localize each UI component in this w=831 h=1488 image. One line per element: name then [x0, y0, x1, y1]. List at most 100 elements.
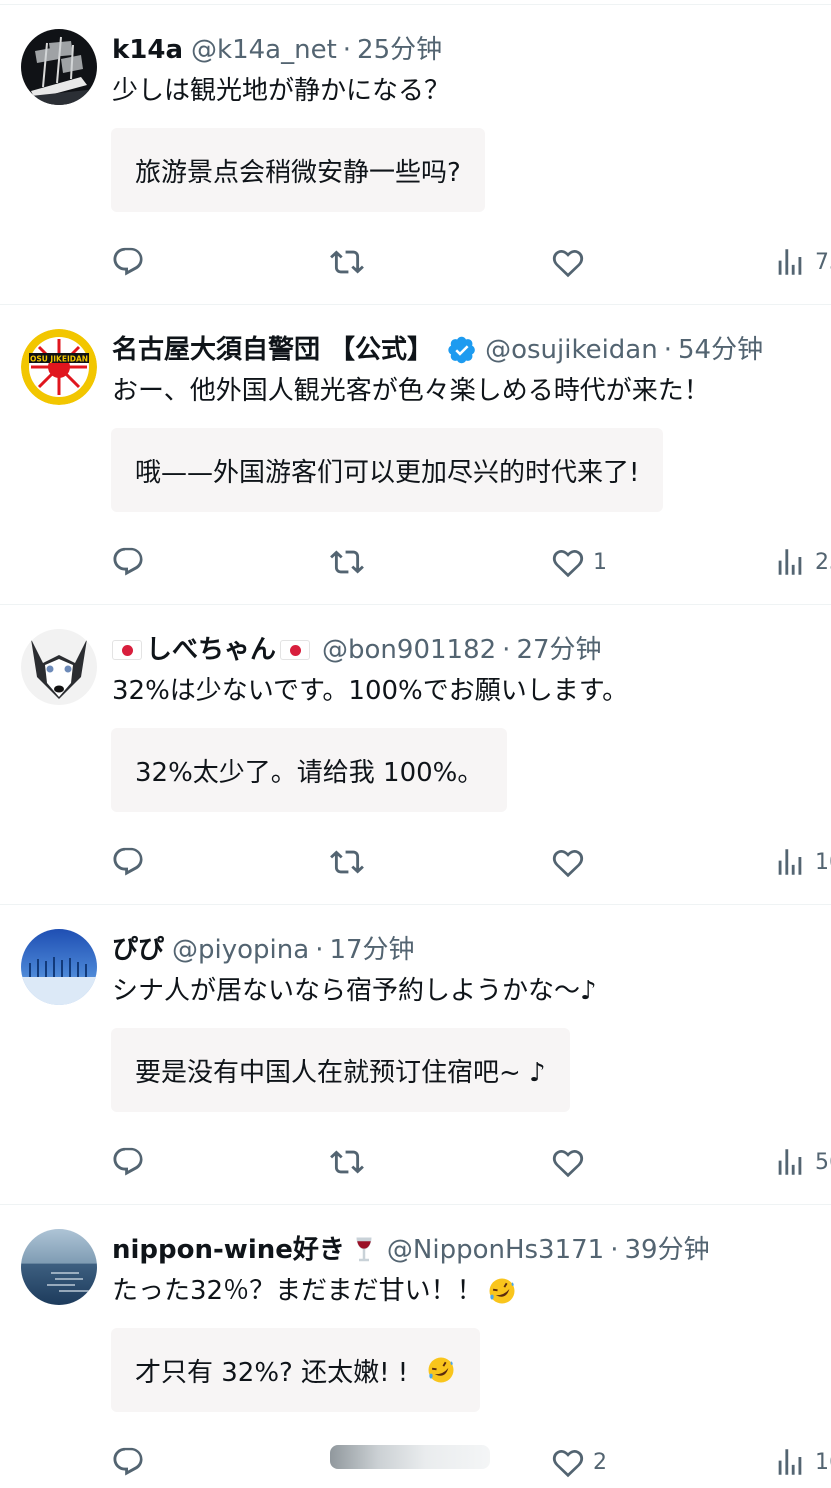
- tweet-header: ぴぴ @piyopina · 17分钟: [112, 930, 415, 970]
- retweet-icon: [330, 250, 364, 274]
- like-button[interactable]: [551, 1145, 593, 1179]
- avatar[interactable]: OSU JIKEIDAN: [21, 329, 97, 405]
- like-button[interactable]: 2: [551, 1445, 607, 1479]
- user-handle[interactable]: @osujikeidan: [485, 330, 658, 370]
- timestamp[interactable]: 27分钟: [516, 630, 601, 670]
- tweet-header: k14a @k14a_net · 25分钟: [112, 30, 442, 70]
- views-button[interactable]: 10: [773, 845, 831, 879]
- user-handle[interactable]: @piyopina: [172, 930, 309, 970]
- display-name[interactable]: 名古屋大須自警団 【公式】: [112, 330, 433, 370]
- views-button[interactable]: 16: [773, 1445, 831, 1479]
- retweet-button[interactable]: [330, 245, 372, 279]
- views-chart-icon: [778, 1149, 802, 1175]
- japan-flag-icon: [280, 640, 311, 660]
- blurred-retweet-area: [330, 1445, 490, 1469]
- reply-icon: [113, 247, 143, 276]
- translation-box: 要是没有中国人在就预订住宿吧~ ♪: [111, 1028, 570, 1112]
- reply-button[interactable]: [111, 1145, 153, 1179]
- separator: ·: [502, 635, 511, 665]
- tweet-text-content: たった32％？まだまだ甘い！！: [112, 1276, 483, 1306]
- timestamp[interactable]: 54分钟: [678, 330, 763, 370]
- tweet-text: 32%は少ないです。100%でお願いします。: [112, 676, 629, 706]
- tweet-header: 名古屋大須自警団 【公式】 @osujikeidan · 54分钟: [112, 330, 763, 370]
- avatar[interactable]: [21, 629, 97, 705]
- like-button[interactable]: [551, 845, 593, 879]
- tweet[interactable]: ぴぴ @piyopina · 17分钟 シナ人が居ないなら宿予約しようかな〜♪ …: [0, 905, 831, 1205]
- reply-button[interactable]: [111, 245, 153, 279]
- view-count: 56: [815, 1149, 831, 1175]
- translation-box: 哦——外国游客们可以更加尽兴的时代来了!: [111, 428, 664, 512]
- timestamp[interactable]: 39分钟: [625, 1230, 710, 1270]
- tweet-header: しべちゃん @bon901182 · 27分钟: [112, 630, 602, 670]
- translation-text: 旅游景点会稍微安静一些吗?: [135, 157, 461, 188]
- reply-icon: [113, 1447, 143, 1476]
- separator: ·: [610, 1235, 619, 1265]
- tweet[interactable]: nippon-wine好き @NipponHs3171 · 39分钟 たった32…: [0, 1205, 831, 1488]
- views-button[interactable]: 56: [773, 1145, 831, 1179]
- view-count: 23: [815, 549, 831, 575]
- translation-text: 哦——外国游客们可以更加尽兴的时代来了!: [135, 457, 640, 488]
- display-name[interactable]: しべちゃん: [146, 630, 276, 670]
- action-bar: 2 16: [0, 1445, 831, 1488]
- reply-button[interactable]: [111, 845, 153, 879]
- tweet[interactable]: OSU JIKEIDAN 名古屋大須自警団 【公式】 @osujikeidan …: [0, 305, 831, 605]
- rofl-emoji-icon: [489, 1278, 515, 1304]
- timestamp[interactable]: 17分钟: [329, 930, 414, 970]
- like-button[interactable]: [551, 245, 593, 279]
- heart-icon: [552, 549, 584, 578]
- tweet-text: シナ人が居ないなら宿予約しようかな〜♪: [112, 976, 597, 1006]
- reply-icon: [113, 847, 143, 876]
- avatar[interactable]: [21, 29, 97, 105]
- translation-box: 才只有 32%? 还太嫩! !: [111, 1328, 481, 1412]
- heart-icon: [552, 1149, 584, 1178]
- tweet-text: おー、他外国人観光客が色々楽しめる時代が来た！: [112, 376, 710, 406]
- heart-icon: [552, 249, 584, 278]
- translation-text: 要是没有中国人在就预订住宿吧~ ♪: [135, 1057, 546, 1088]
- timestamp[interactable]: 25分钟: [357, 30, 442, 70]
- display-name[interactable]: k14a: [112, 30, 183, 70]
- separator: ·: [342, 35, 352, 65]
- reply-button[interactable]: [111, 545, 153, 579]
- retweet-icon: [330, 550, 364, 574]
- display-name[interactable]: ぴぴ: [112, 930, 164, 970]
- avatar[interactable]: [21, 929, 97, 1005]
- retweet-button[interactable]: [330, 845, 372, 879]
- avatar[interactable]: [21, 1229, 97, 1305]
- retweet-button[interactable]: [330, 1445, 490, 1469]
- tweet[interactable]: k14a @k14a_net · 25分钟 少しは観光地が静かになる？ 旅游景点…: [0, 5, 831, 305]
- tweet-text: たった32％？まだまだ甘い！！: [112, 1271, 517, 1311]
- reply-button[interactable]: [111, 1445, 153, 1479]
- heart-icon: [552, 849, 584, 878]
- retweet-button[interactable]: [330, 1145, 372, 1179]
- wine-glass-icon: [356, 1237, 372, 1262]
- display-name[interactable]: nippon-wine好き: [112, 1230, 379, 1270]
- user-handle[interactable]: @bon901182: [322, 630, 496, 670]
- heart-icon: [552, 1449, 584, 1478]
- retweet-button[interactable]: [330, 545, 372, 579]
- like-button[interactable]: 1: [551, 545, 607, 579]
- translation-box: 旅游景点会稍微安静一些吗?: [111, 128, 485, 212]
- tweet-feed: k14a @k14a_net · 25分钟 少しは観光地が静かになる？ 旅游景点…: [0, 0, 831, 1488]
- rofl-emoji-icon: [428, 1357, 454, 1383]
- views-button[interactable]: 73: [773, 245, 831, 279]
- verified-badge-icon: [448, 336, 475, 364]
- action-bar: 56: [0, 1145, 831, 1193]
- action-bar: 1 23: [0, 545, 831, 593]
- view-count: 10: [815, 849, 831, 875]
- views-button[interactable]: 23: [773, 545, 831, 579]
- translation-box: 32%太少了。请给我 100%。: [111, 728, 508, 812]
- translation-text: 才只有 32%? 还太嫩! !: [135, 1357, 409, 1388]
- tweet[interactable]: しべちゃん @bon901182 · 27分钟 32%は少ないです。100%でお…: [0, 605, 831, 905]
- view-count: 16: [815, 1449, 831, 1475]
- user-handle[interactable]: @k14a_net: [191, 30, 337, 70]
- like-count: 1: [593, 549, 607, 575]
- views-chart-icon: [778, 249, 802, 275]
- user-handle[interactable]: @NipponHs3171: [387, 1230, 604, 1270]
- views-chart-icon: [778, 549, 802, 575]
- like-count: 2: [593, 1449, 607, 1475]
- action-bar: 73: [0, 245, 831, 293]
- translation-text: 32%太少了。请给我 100%。: [135, 757, 484, 788]
- japan-flag-icon: [112, 640, 142, 660]
- action-bar: 10: [0, 845, 831, 893]
- retweet-icon: [330, 1150, 364, 1174]
